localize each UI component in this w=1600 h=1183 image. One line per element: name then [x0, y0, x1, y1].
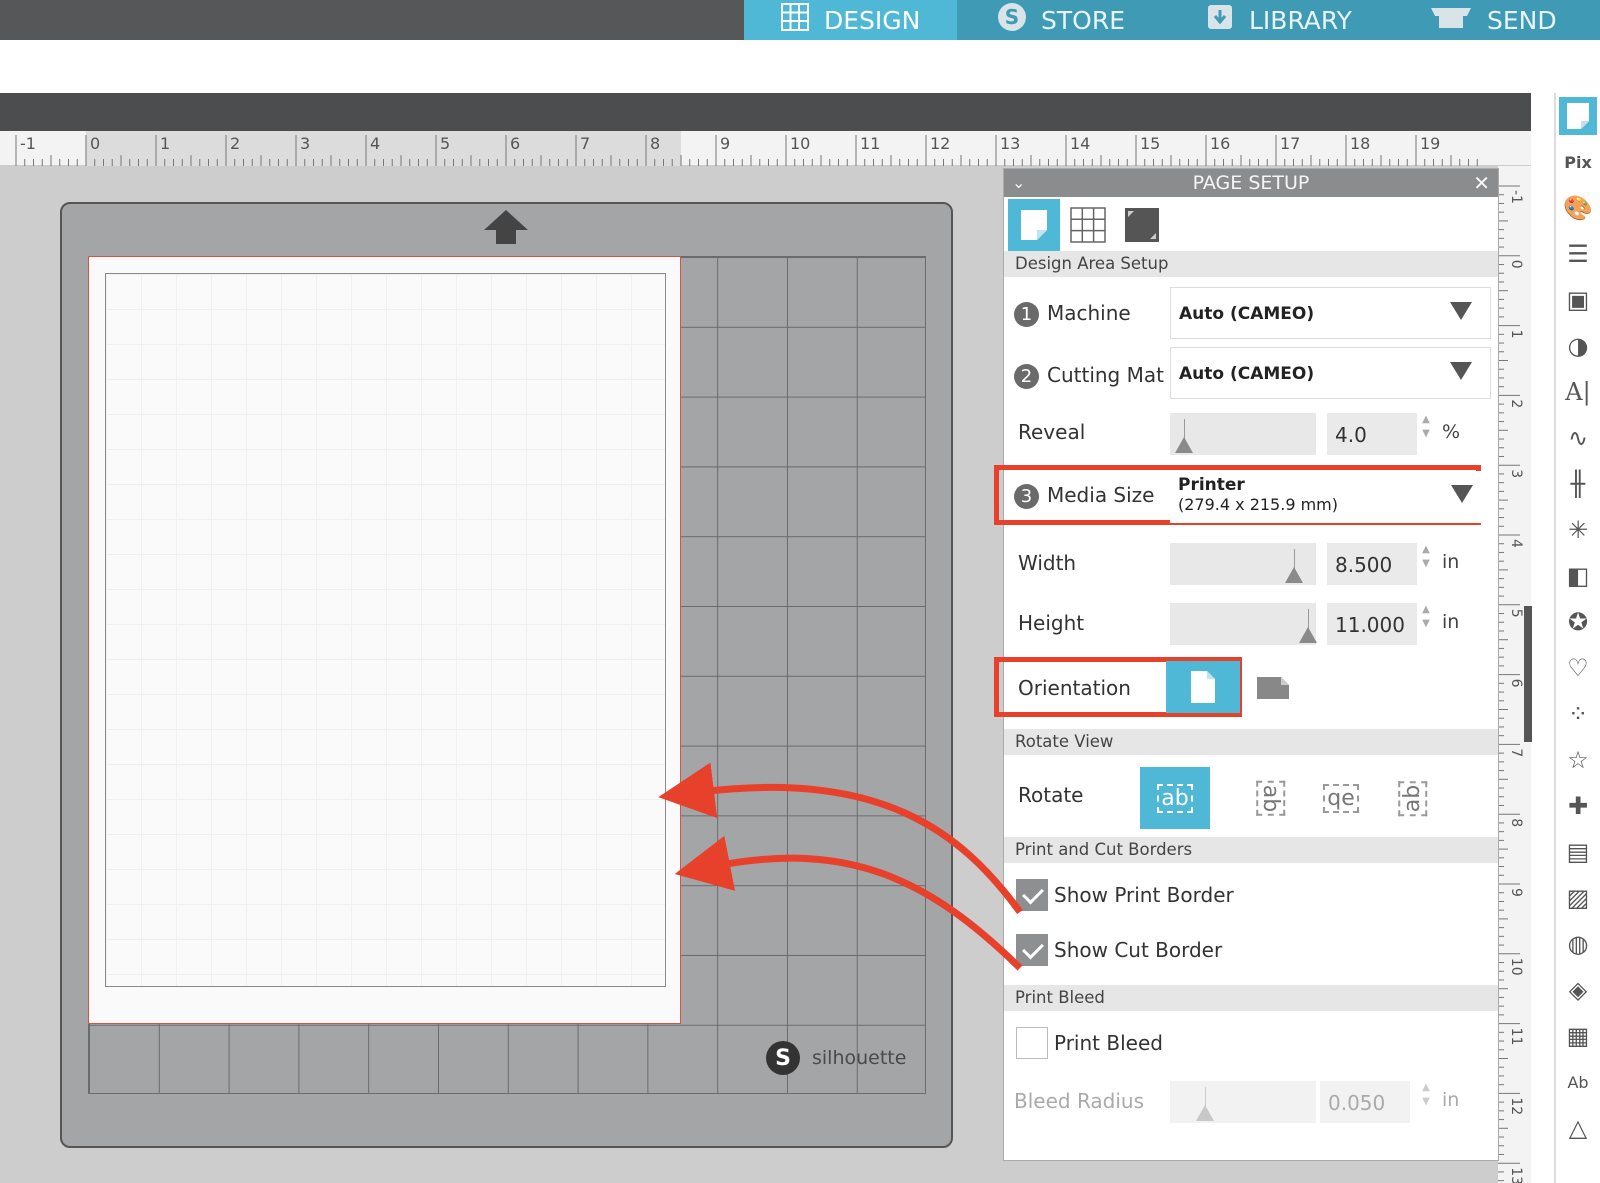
arrow-print-border	[658, 762, 1023, 915]
arrow-cut-border	[674, 835, 1023, 971]
annotation-arrows	[658, 762, 1023, 971]
